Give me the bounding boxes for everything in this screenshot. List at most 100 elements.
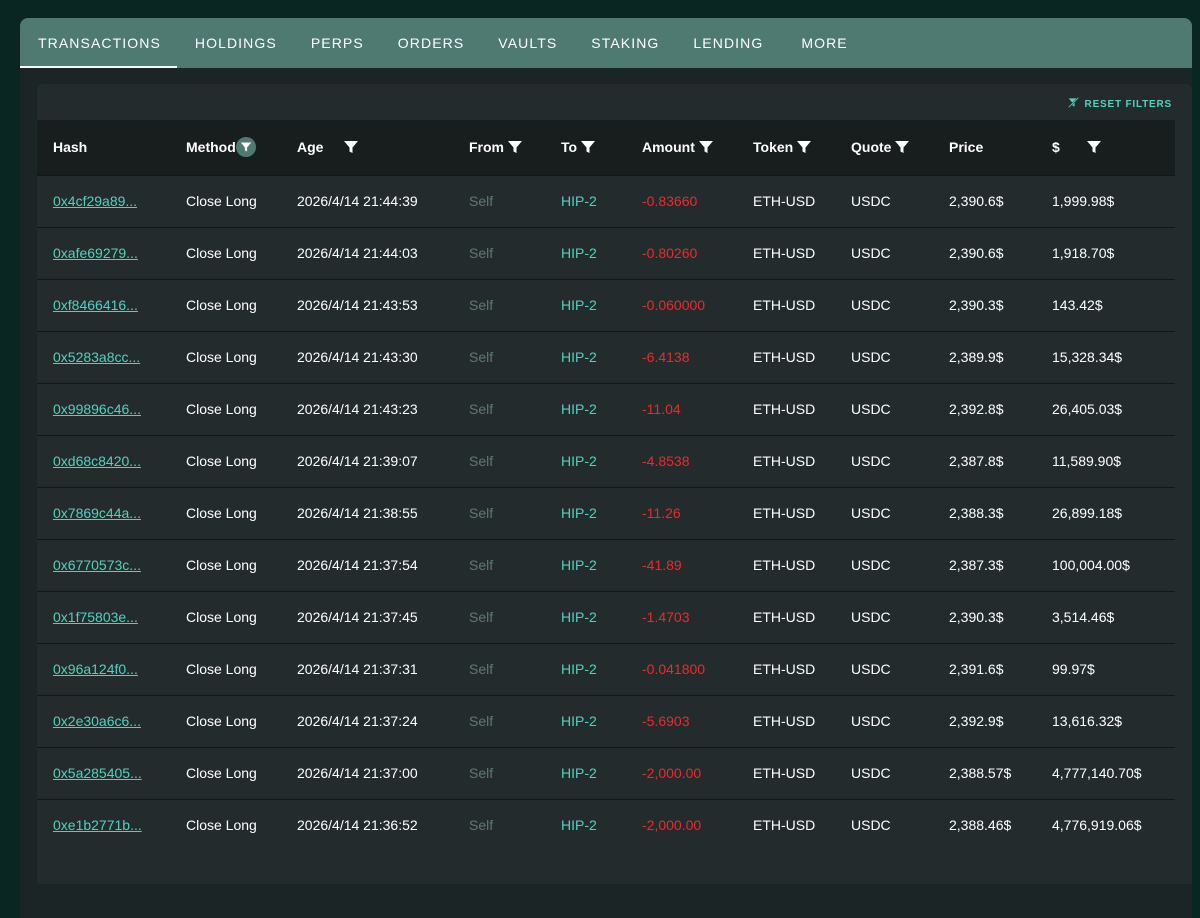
filter-off-icon [1067, 97, 1079, 111]
to-link[interactable]: HIP-2 [561, 609, 597, 625]
tab-more[interactable]: MORE [801, 18, 847, 68]
col-quote: Quote [835, 120, 933, 175]
from-cell: Self [469, 193, 494, 209]
table-cell: ETH-USD [737, 590, 835, 643]
to-link[interactable]: HIP-2 [561, 817, 597, 833]
tab-staking[interactable]: STAKING [591, 18, 659, 68]
age-cell: 2026/4/14 21:43:30 [297, 349, 418, 365]
table-cell: -11.26 [626, 486, 737, 539]
table-cell: HIP-2 [545, 486, 626, 539]
table-cell: 2026/4/14 21:36:52 [281, 798, 453, 851]
token-cell: ETH-USD [753, 401, 816, 417]
tab-lending[interactable]: LENDING [693, 18, 763, 68]
table-cell: 2,389.9$ [933, 330, 1036, 383]
hash-link[interactable]: 0xf8466416... [53, 297, 138, 313]
table-cell: 0x4cf29a89... [37, 174, 170, 227]
from-cell: Self [469, 245, 494, 261]
usd-value-cell: 26,899.18$ [1052, 505, 1123, 521]
hash-link[interactable]: 0x4cf29a89... [53, 193, 137, 209]
table-cell: 15,328.34$ [1036, 330, 1175, 383]
hash-link[interactable]: 0xafe69279... [53, 245, 138, 261]
table-cell: 0xafe69279... [37, 226, 170, 279]
table-cell: 99.97$ [1036, 642, 1175, 695]
hash-link[interactable]: 0xd68c8420... [53, 453, 141, 469]
amount-cell: -11.04 [642, 401, 681, 417]
table-cell: HIP-2 [545, 694, 626, 747]
to-link[interactable]: HIP-2 [561, 661, 597, 677]
to-link[interactable]: HIP-2 [561, 349, 597, 365]
table-cell: 1,999.98$ [1036, 174, 1175, 227]
table-cell: Self [453, 590, 545, 643]
hash-link[interactable]: 0x99896c46... [53, 401, 141, 417]
method-cell: Close Long [186, 401, 257, 417]
table-cell: 2026/4/14 21:43:23 [281, 382, 453, 435]
hash-link[interactable]: 0x2e30a6c6... [53, 713, 141, 729]
filter-icon[interactable] [894, 139, 910, 155]
table-row: 0x4cf29a89... Close Long 2026/4/14 21:44:3… [37, 174, 1175, 227]
tab-perps[interactable]: PERPS [311, 18, 364, 68]
table-cell: 2026/4/14 21:38:55 [281, 486, 453, 539]
filter-icon[interactable] [796, 139, 812, 155]
to-link[interactable]: HIP-2 [561, 453, 597, 469]
tab-holdings[interactable]: HOLDINGS [195, 18, 277, 68]
tab-vaults[interactable]: VAULTS [498, 18, 557, 68]
to-link[interactable]: HIP-2 [561, 297, 597, 313]
table-row: 0xf8466416... Close Long 2026/4/14 21:43:5… [37, 278, 1175, 331]
to-link[interactable]: HIP-2 [561, 193, 597, 209]
usd-value-cell: 11,589.90$ [1052, 453, 1122, 469]
table-cell: Self [453, 798, 545, 851]
to-link[interactable]: HIP-2 [561, 401, 597, 417]
transactions-table: Hash Method Age From To Amount Token Quo… [37, 120, 1175, 851]
table-cell: ETH-USD [737, 434, 835, 487]
from-cell: Self [469, 401, 494, 417]
usd-value-cell: 1,999.98$ [1052, 193, 1115, 209]
table-row: 0x99896c46... Close Long 2026/4/14 21:43:2… [37, 382, 1175, 435]
table-cell: USDC [835, 590, 933, 643]
table-row: 0x1f75803e... Close Long 2026/4/14 21:37:4… [37, 590, 1175, 643]
from-cell: Self [469, 297, 494, 313]
method-cell: Close Long [186, 713, 257, 729]
hash-link[interactable]: 0x7869c44a... [53, 505, 141, 521]
to-link[interactable]: HIP-2 [561, 245, 597, 261]
tab-orders[interactable]: ORDERS [398, 18, 465, 68]
table-cell: Self [453, 538, 545, 591]
to-link[interactable]: HIP-2 [561, 557, 597, 573]
table-cell: USDC [835, 174, 933, 227]
table-cell: -4.8538 [626, 434, 737, 487]
amount-cell: -2,000.00 [642, 765, 702, 781]
to-link[interactable]: HIP-2 [561, 713, 597, 729]
filter-icon[interactable] [343, 139, 359, 155]
filter-icon[interactable] [580, 139, 596, 155]
reset-filters-label: RESET FILTERS [1084, 98, 1172, 110]
table-cell: ETH-USD [737, 330, 835, 383]
hash-link[interactable]: 0xe1b2771b... [53, 817, 142, 833]
filter-icon[interactable] [507, 139, 523, 155]
table-cell: Close Long [170, 694, 281, 747]
token-cell: ETH-USD [753, 453, 816, 469]
table-cell: 0x2e30a6c6... [37, 694, 170, 747]
amount-cell: -5.6903 [642, 713, 690, 729]
to-link[interactable]: HIP-2 [561, 505, 597, 521]
reset-filters-button[interactable]: RESET FILTERS [1067, 97, 1172, 111]
tab-transactions[interactable]: TRANSACTIONS [20, 18, 177, 68]
hash-link[interactable]: 0x1f75803e... [53, 609, 138, 625]
table-cell: -11.04 [626, 382, 737, 435]
table-cell: HIP-2 [545, 746, 626, 799]
hash-link[interactable]: 0x5a285405... [53, 765, 142, 781]
table-cell: 3,514.46$ [1036, 590, 1175, 643]
to-link[interactable]: HIP-2 [561, 765, 597, 781]
table-cell: 2,390.6$ [933, 226, 1036, 279]
hash-link[interactable]: 0x5283a8cc... [53, 349, 140, 365]
table-row: 0x2e30a6c6... Close Long 2026/4/14 21:37:2… [37, 694, 1175, 747]
table-cell: 13,616.32$ [1036, 694, 1175, 747]
token-cell: ETH-USD [753, 765, 816, 781]
table-cell: 2,388.57$ [933, 746, 1036, 799]
amount-cell: -11.26 [642, 505, 681, 521]
table-cell: HIP-2 [545, 382, 626, 435]
table-cell: HIP-2 [545, 226, 626, 279]
filter-icon[interactable] [698, 139, 714, 155]
active-filter-icon[interactable] [235, 137, 256, 158]
hash-link[interactable]: 0x6770573c... [53, 557, 141, 573]
filter-icon[interactable] [1086, 139, 1102, 155]
hash-link[interactable]: 0x96a124f0... [53, 661, 138, 677]
